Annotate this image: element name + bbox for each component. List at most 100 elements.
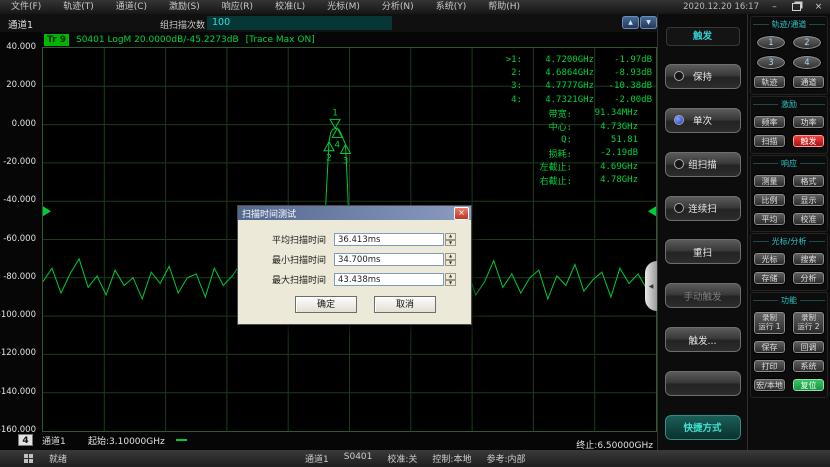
menu-item-1[interactable]: 文件(F) xyxy=(0,0,52,14)
marker-id: 3: xyxy=(496,81,522,91)
minimize-icon[interactable]: – xyxy=(768,1,781,13)
menu-item-3[interactable]: 通道(C) xyxy=(105,0,158,14)
y-tick-label: 20.000 xyxy=(6,80,36,90)
section-title: 功能 xyxy=(781,295,797,306)
channel-oval-3[interactable]: 3 xyxy=(756,55,786,70)
ok-button[interactable]: 确定 xyxy=(295,296,357,313)
hardkey-录制-运行 2[interactable]: 录制运行 2 xyxy=(792,311,825,335)
marker-frequency: 4.7777GHz xyxy=(522,81,594,91)
marker-level: -1.97dB xyxy=(594,55,652,65)
dialog-field-input[interactable]: 36.413ms xyxy=(334,233,444,246)
status-item: 参考:内部 xyxy=(486,452,525,465)
cancel-button[interactable]: 取消 xyxy=(374,296,436,313)
hardkey-回调[interactable]: 回调 xyxy=(792,340,825,354)
section-header: 激励 xyxy=(753,99,824,110)
menu-bar: 文件(F)轨迹(T)通道(C)激励(S)响应(R)校准(L)光标(M)分析(N)… xyxy=(0,0,830,14)
dialog-field-label: 最小扫描时间 xyxy=(254,253,326,266)
hardkey-光标[interactable]: 光标 xyxy=(753,252,786,266)
softkey-label: 触发... xyxy=(688,333,716,347)
hardkey-复位[interactable]: 复位 xyxy=(792,378,825,392)
marker-id: 2: xyxy=(496,68,522,78)
softkey-保持[interactable]: 保持 xyxy=(664,63,742,90)
hardkey-校准[interactable]: 校准 xyxy=(792,212,825,226)
status-item: 校准:关 xyxy=(387,452,417,465)
hardkey-录制-运行 1[interactable]: 录制运行 1 xyxy=(753,311,786,335)
hardkey-触发[interactable]: 触发 xyxy=(792,134,825,148)
hardkey-sublabel: 运行 2 xyxy=(797,323,819,332)
channel-tab[interactable]: 通道1 xyxy=(8,17,33,31)
softkey-重扫[interactable]: 重扫 xyxy=(664,238,742,265)
hardkey-row: 比例显示 xyxy=(753,193,825,207)
hardkey-扫描[interactable]: 扫描 xyxy=(753,134,786,148)
hardkey-比例[interactable]: 比例 xyxy=(753,193,786,207)
channel-oval-1[interactable]: 1 xyxy=(756,35,786,50)
hardkey-平均[interactable]: 平均 xyxy=(753,212,786,226)
dialog-field-input[interactable]: 34.700ms xyxy=(334,253,444,266)
dialog-field-input[interactable]: 43.438ms xyxy=(334,273,444,286)
hardkey-打印[interactable]: 打印 xyxy=(753,359,786,373)
bandwidth-stat-row: 左截止:4.69GHz xyxy=(496,160,652,173)
hardkey-功率[interactable]: 功率 xyxy=(792,115,825,129)
menu-item-2[interactable]: 轨迹(T) xyxy=(52,0,105,14)
dialog-title-bar[interactable]: 扫描时间测试 × xyxy=(238,206,471,220)
svg-text:3: 3 xyxy=(343,156,349,166)
section-header: 响应 xyxy=(753,158,824,169)
softkey-连续扫[interactable]: 连续扫 xyxy=(664,195,742,222)
marker-id: 4: xyxy=(496,95,522,105)
menu-item-10[interactable]: 帮助(H) xyxy=(477,0,531,14)
y-tick-label: -40.000 xyxy=(3,195,36,205)
hardkey-section-轨迹/通道: 轨迹/通道1234轨迹通道 xyxy=(750,16,828,95)
sweep-count-input[interactable]: 100 xyxy=(207,16,392,30)
menu-item-4[interactable]: 激励(S) xyxy=(158,0,211,14)
dialog-field-spinner[interactable]: ▲▼ xyxy=(445,253,456,266)
channel-oval-4[interactable]: 4 xyxy=(792,55,822,70)
menu-item-9[interactable]: 系统(Y) xyxy=(425,0,478,14)
stat-label: 带宽: xyxy=(549,107,572,120)
hardkey-section-光标/分析: 光标/分析光标搜索存储分析 xyxy=(750,233,828,291)
plot-footer: 4 通道1 起始:3.10000GHz 终止:6.50000GHz xyxy=(0,432,657,449)
softkey-手动触发[interactable]: 手动触发 xyxy=(664,282,742,309)
hardkey-通道[interactable]: 通道 xyxy=(792,75,825,89)
oval-row: 12 xyxy=(756,35,822,50)
hardkey-存储[interactable]: 存储 xyxy=(753,271,786,285)
hardkey-频率[interactable]: 频率 xyxy=(753,115,786,129)
hardkey-section-激励: 激励频率功率扫描触发 xyxy=(750,96,828,154)
section-header: 轨迹/通道 xyxy=(753,19,824,30)
menu-item-7[interactable]: 光标(M) xyxy=(316,0,371,14)
hardkey-格式[interactable]: 格式 xyxy=(792,174,825,188)
hardkey-系统[interactable]: 系统 xyxy=(792,359,825,373)
sweep-count-up-icon[interactable]: ▲ xyxy=(622,16,639,29)
sweep-count-down-icon[interactable]: ▼ xyxy=(640,16,657,29)
dialog-field-spinner[interactable]: ▲▼ xyxy=(445,273,456,286)
menu-item-8[interactable]: 分析(N) xyxy=(371,0,425,14)
hardkey-row: 扫描触发 xyxy=(753,134,825,148)
stat-value: 51.81 xyxy=(572,135,638,145)
header-line xyxy=(753,104,778,105)
header-line xyxy=(753,163,778,164)
softkey-触发...[interactable]: 触发... xyxy=(664,326,742,353)
hardkey-搜索[interactable]: 搜索 xyxy=(792,252,825,266)
hardkey-宏/本地[interactable]: 宏/本地 xyxy=(753,378,786,392)
status-bar: 就绪 通道1S0401校准:关控制:本地参考:内部 xyxy=(0,450,830,467)
hardkey-分析[interactable]: 分析 xyxy=(792,271,825,285)
bandwidth-stat-row: 中心:4.73GHz xyxy=(496,120,652,133)
panel-collapse-handle[interactable]: ◀ xyxy=(645,261,657,311)
dialog-field-spinner[interactable]: ▲▼ xyxy=(445,233,456,246)
hardkey-轨迹[interactable]: 轨迹 xyxy=(753,75,786,89)
hardkey-显示[interactable]: 显示 xyxy=(792,193,825,207)
restore-icon[interactable] xyxy=(790,0,803,15)
menu-item-5[interactable]: 响应(R) xyxy=(211,0,264,14)
close-icon[interactable]: × xyxy=(812,1,825,13)
trace-id-badge[interactable]: Tr 9 xyxy=(44,34,69,46)
softkey-单次[interactable]: 单次 xyxy=(664,107,742,134)
shortcut-button[interactable]: 快捷方式 xyxy=(664,414,742,441)
status-item: 通道1 xyxy=(305,452,329,465)
hardkey-测量[interactable]: 测量 xyxy=(753,174,786,188)
softkey-blank[interactable] xyxy=(664,370,742,397)
dialog-close-icon[interactable]: × xyxy=(454,207,469,220)
channel-oval-2[interactable]: 2 xyxy=(792,35,822,50)
menu-item-6[interactable]: 校准(L) xyxy=(264,0,316,14)
hardkey-保存[interactable]: 保存 xyxy=(753,340,786,354)
softkey-组扫描[interactable]: 组扫描 xyxy=(664,151,742,178)
datetime-label: 2020.12.20 16:17 xyxy=(683,2,759,12)
